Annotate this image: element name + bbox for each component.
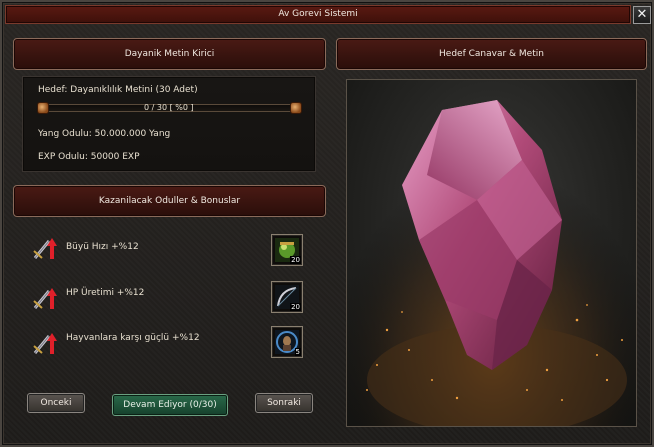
reward-item-slot[interactable]: 5 [271,326,303,358]
quest-status-button[interactable]: Devam Ediyor (0/30) [112,394,228,416]
close-button[interactable]: ✕ [633,6,651,24]
exp-reward: EXP Odulu: 50000 EXP [38,152,140,162]
item-quantity: 20 [290,256,301,264]
sword-arrow-up-icon [32,330,58,356]
rewards-header: Kazanilacak Oduller & Bonuslar [13,185,326,217]
item-quantity: 20 [290,303,301,311]
target-label: Hedef: Dayanıklılık Metini (30 Adet) [38,85,198,95]
bonus-label: HP Üretimi +%12 [66,288,145,298]
sword-arrow-up-icon [32,285,58,311]
reward-item-slot[interactable]: 20 [271,234,303,266]
next-button[interactable]: Sonraki [255,393,313,413]
hunt-quest-window: Av Gorevi Sistemi ✕ Dayanik Metin Kirici… [0,0,654,447]
reward-item-slot[interactable]: 20 [271,281,303,313]
window-titlebar[interactable]: Av Gorevi Sistemi [5,5,631,24]
bonus-label: Büyü Hızı +%12 [66,242,139,252]
quest-status-label: Devam Ediyor (0/30) [123,400,217,410]
quest-name: Dayanik Metin Kirici [124,49,215,59]
metin-stone-image [346,79,637,427]
next-button-label: Sonraki [267,398,301,408]
target-monster-title: Hedef Canavar & Metin [439,49,544,59]
target-monster-header: Hedef Canavar & Metin [336,38,647,70]
quest-name-header: Dayanik Metin Kirici [13,38,326,70]
previous-button[interactable]: Onceki [27,393,85,413]
sword-arrow-up-icon [32,235,58,261]
metin-stone-illustration [347,80,636,426]
yang-reward: Yang Odulu: 50.000.000 Yang [38,129,171,139]
rewards-title: Kazanilacak Oduller & Bonuslar [98,196,241,206]
close-icon: ✕ [636,7,648,22]
item-quantity: 5 [294,348,301,356]
progress-text: 0 / 30 [ %0 ] [144,103,194,112]
previous-button-label: Onceki [40,398,72,408]
bonus-label: Hayvanlara karşı güçlü +%12 [66,333,200,343]
window-title: Av Gorevi Sistemi [278,9,358,19]
progress-bar-right-cap [290,102,302,114]
progress-bar-left-cap [37,102,49,114]
